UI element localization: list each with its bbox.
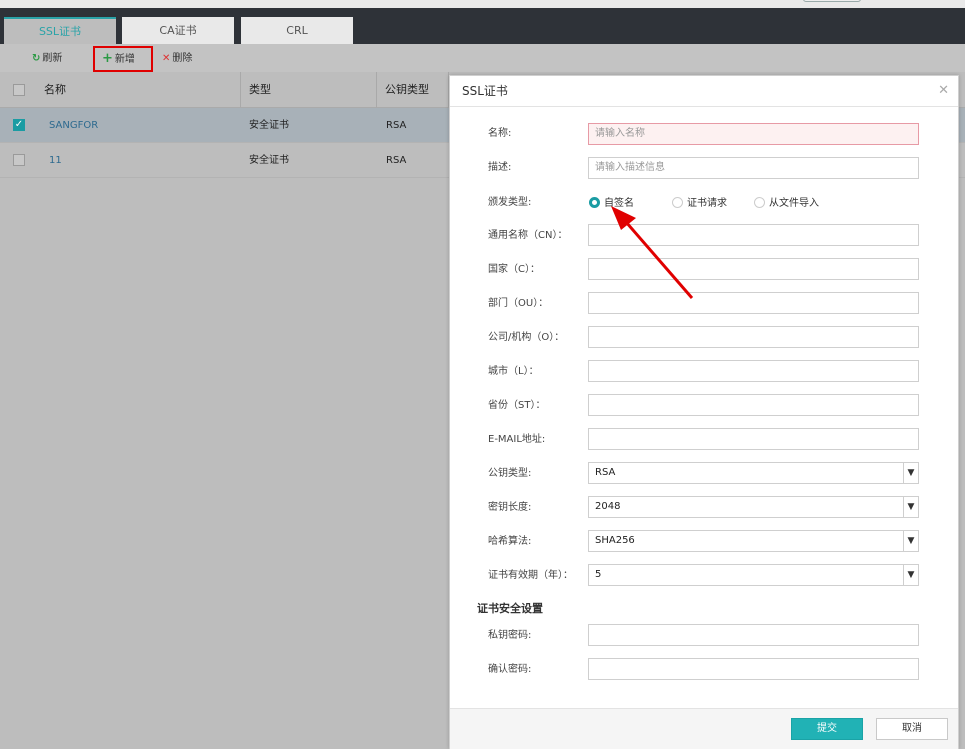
annotation-arrow [611,206,694,299]
arrow-head [611,206,636,230]
arrow-shaft [624,221,694,299]
